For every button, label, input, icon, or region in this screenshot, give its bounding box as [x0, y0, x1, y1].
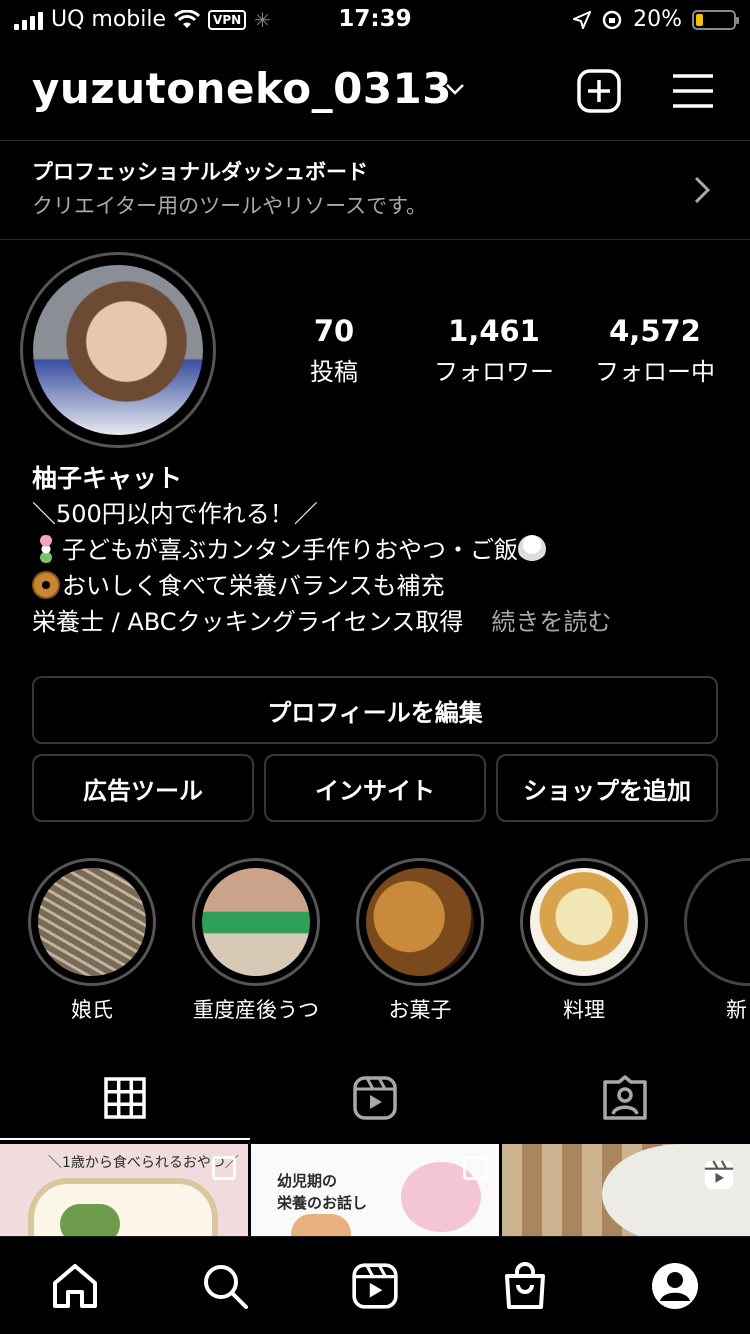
highlight-label: 娘氏 — [71, 998, 113, 1022]
read-more-link[interactable]: 続きを読む — [491, 608, 611, 636]
divider — [0, 140, 750, 141]
followers-label: フォロワー — [434, 358, 554, 386]
post-thumbnail[interactable]: 幼児期の 栄養のお話し — [251, 1144, 499, 1236]
reels-icon[interactable] — [350, 1261, 400, 1311]
profile-icon[interactable] — [650, 1261, 700, 1311]
bio-line: ＼500円以内で作れる！／ — [32, 500, 318, 528]
professional-dashboard[interactable]: プロフェッショナルダッシュボード クリエイター用のツールやリソースです。 — [0, 142, 750, 238]
insights-button[interactable]: インサイト — [264, 754, 486, 822]
highlight-item[interactable]: 娘氏 — [28, 858, 156, 1024]
add-shop-button[interactable]: ショップを追加 — [496, 754, 718, 822]
highlight-label: 料理 — [563, 998, 605, 1022]
food-plate — [28, 1178, 218, 1236]
grid-icon[interactable] — [101, 1074, 149, 1122]
highlight-ring — [356, 858, 484, 986]
status-right: 20% — [573, 7, 739, 32]
stat-followers[interactable]: 1,461 フォロワー — [424, 314, 564, 387]
highlight-cover — [530, 868, 638, 976]
chevron-right-icon — [694, 176, 711, 204]
thumbnail-text: ＼1歳から食べられるおやつ／ — [48, 1155, 239, 1171]
thumbnail-text: 栄養のお話し — [277, 1194, 368, 1212]
stat-following[interactable]: 4,572 フォロー中 — [584, 314, 726, 387]
tagged-person-icon[interactable] — [601, 1074, 649, 1122]
rotation-lock-icon — [602, 10, 622, 29]
highlight-label: 新 — [726, 998, 747, 1022]
highlight-ring: + — [684, 858, 750, 986]
profile-tabs — [0, 1060, 750, 1140]
illustration — [291, 1214, 351, 1236]
dashboard-subtitle: クリエイター用のツールやリソースです。 — [32, 194, 428, 218]
username[interactable]: yuzutoneko_0313 — [32, 64, 452, 113]
divider — [0, 239, 750, 240]
posts-label: 投稿 — [310, 358, 358, 386]
reels-icon[interactable] — [351, 1074, 399, 1122]
highlight-label: お菓子 — [388, 998, 452, 1022]
active-tab-indicator — [0, 1138, 250, 1140]
highlight-cover — [366, 868, 474, 976]
post-thumbnail[interactable]: ＼1歳から食べられるおやつ／ — [0, 1144, 248, 1236]
donut-emoji-icon — [32, 571, 60, 599]
highlight-ring — [28, 858, 156, 986]
location-icon — [573, 10, 592, 29]
highlight-ring — [192, 858, 320, 986]
status-bar: UQ mobile VPN ✳ 17:39 20% — [0, 0, 750, 40]
highlight-cover — [38, 868, 146, 976]
new-highlight-item[interactable]: + 新 — [684, 858, 750, 1024]
thumbnail-text: 幼児期の — [277, 1172, 338, 1190]
highlight-ring — [520, 858, 648, 986]
post-thumbnail[interactable] — [502, 1144, 750, 1236]
rice-emoji-icon — [518, 535, 546, 563]
bio-line: おいしく食べて栄養バランスも補充 — [32, 568, 732, 604]
display-name: 柚子キャット — [32, 464, 183, 493]
bio-line: 子どもが喜ぶカンタン手作りおやつ・ご飯 — [32, 532, 732, 568]
avatar-ring[interactable] — [20, 252, 216, 448]
search-icon[interactable] — [200, 1261, 250, 1311]
highlight-item[interactable]: 重度産後うつ — [192, 858, 320, 1024]
avatar[interactable] — [33, 265, 203, 435]
highlight-label: 重度産後うつ — [193, 998, 319, 1022]
ad-tools-button[interactable]: 広告ツール — [32, 754, 254, 822]
chevron-down-icon[interactable] — [444, 78, 466, 100]
hamburger-menu-icon[interactable] — [670, 68, 716, 114]
battery-icon — [692, 9, 739, 30]
highlight-item[interactable]: 料理 — [520, 858, 648, 1024]
posts-count: 70 — [313, 314, 355, 348]
highlight-cover — [202, 868, 310, 976]
stat-posts[interactable]: 70 投稿 — [296, 314, 372, 387]
profile-header: yuzutoneko_0313 — [32, 60, 718, 124]
edit-profile-button[interactable]: プロフィールを編集 — [32, 676, 718, 744]
food-item — [60, 1204, 120, 1236]
plus-square-icon[interactable] — [576, 68, 622, 114]
multiple-images-icon — [212, 1156, 236, 1180]
bio-line: 栄養士 / ABCクッキングライセンス取得 続きを読む — [32, 604, 732, 640]
reels-icon — [704, 1160, 734, 1190]
following-count: 4,572 — [609, 314, 701, 348]
dashboard-title: プロフェッショナルダッシュボード — [32, 160, 368, 184]
followers-count: 1,461 — [448, 314, 540, 348]
bio-line-text: おいしく食べて栄養バランスも補充 — [62, 572, 445, 600]
multiple-images-icon — [463, 1156, 487, 1180]
bio-line-text: 子どもが喜ぶカンタン手作りおやつ・ご飯 — [62, 536, 518, 564]
bio: 柚子キャット ＼500円以内で作れる！／ 子どもが喜ぶカンタン手作りおやつ・ご飯… — [32, 462, 732, 640]
bottom-navigation — [0, 1236, 750, 1334]
highlight-item[interactable]: お菓子 — [356, 858, 484, 1024]
shopping-bag-icon[interactable] — [500, 1261, 550, 1311]
home-icon[interactable] — [50, 1261, 100, 1311]
following-label: フォロー中 — [595, 358, 715, 386]
dango-emoji-icon — [32, 535, 60, 563]
bio-line-text: 栄養士 / ABCクッキングライセンス取得 — [32, 608, 464, 636]
battery-percent: 20% — [633, 7, 682, 32]
